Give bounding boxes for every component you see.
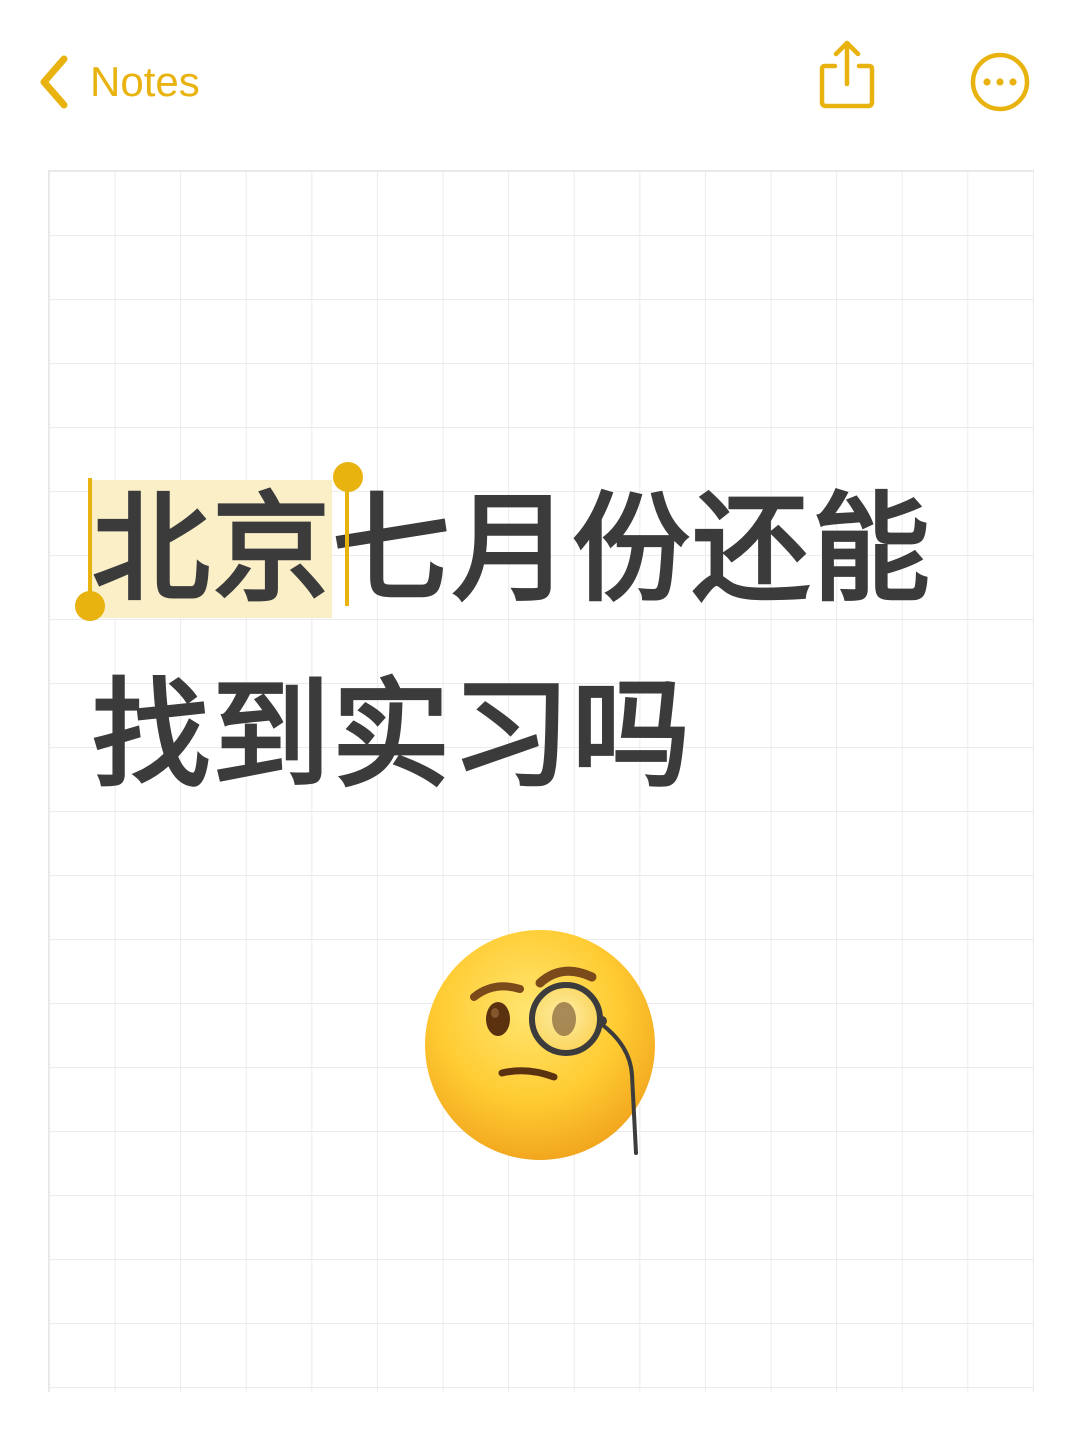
note-line-1-rest: 七月份还能 [332,480,933,618]
selection-end-caret [345,478,349,606]
back-label: Notes [90,58,200,105]
note-line-2[interactable]: 找到实习吗 [92,670,1012,800]
ellipsis-circle-icon [970,52,1030,112]
note-line-1[interactable]: 北京七月份还能 [92,480,1012,618]
share-icon [819,40,875,109]
chevron-left-icon [40,55,68,109]
face-with-monocle-emoji [425,930,655,1160]
selection-start-handle[interactable] [75,591,105,621]
navigation-bar: Notes [0,0,1080,160]
selection-end-handle[interactable] [333,462,363,492]
more-button[interactable] [968,50,1032,114]
selection-start-caret [88,478,92,606]
selected-text[interactable]: 北京 [92,480,333,618]
back-button[interactable]: Notes [36,50,200,114]
share-button[interactable] [812,40,882,112]
